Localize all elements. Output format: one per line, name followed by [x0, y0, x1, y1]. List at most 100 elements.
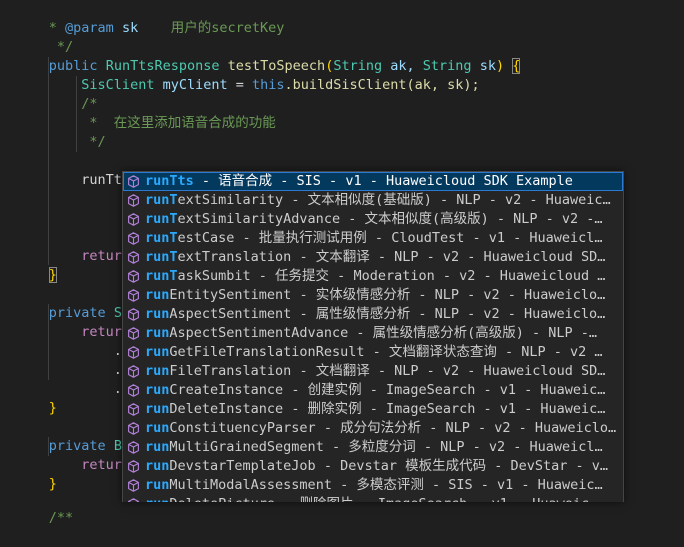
- suggestion-item[interactable]: runAspectSentimentAdvance - 属性级情感分析(高级版)…: [123, 324, 623, 343]
- suggestion-match: run: [145, 439, 170, 455]
- suggestion-detail: - 多粒度分词 - NLP - v2 - Huaweicl…: [323, 439, 603, 455]
- method-cube-icon: [127, 175, 140, 188]
- suggestion-name-rest: EntitySentiment: [169, 287, 292, 303]
- suggestion-match: runTts: [145, 173, 194, 189]
- suggestion-match: runT: [145, 268, 178, 284]
- client-var: myClient: [162, 77, 228, 93]
- suggestion-label: runTextTranslation - 文本翻译 - NLP - v2 - H…: [145, 248, 619, 267]
- comment-body: * 在这里添加语音合成的功能: [89, 115, 276, 131]
- suggestion-item[interactable]: runMultiGrainedSegment - 多粒度分词 - NLP - v…: [123, 438, 623, 457]
- method-cube-icon: [127, 232, 140, 245]
- suggestion-name-rest: AspectSentimentAdvance: [169, 325, 349, 341]
- suggestion-item[interactable]: runDevstarTemplateJob - Devstar 模板生成代码 -…: [123, 457, 623, 476]
- code-line: }: [0, 380, 57, 416]
- method-cube-icon: [127, 384, 140, 397]
- suggestion-match: run: [145, 363, 170, 379]
- code-line: * 在这里添加语音合成的功能: [0, 95, 275, 131]
- method-cube-icon: [127, 498, 140, 502]
- method-cube-icon: [127, 213, 140, 226]
- suggestion-name-rest: askSumbit: [177, 268, 251, 284]
- suggestion-item[interactable]: runTextTranslation - 文本翻译 - NLP - v2 - H…: [123, 248, 623, 267]
- suggestion-detail: - 语音合成 - SIS - v1 - Huaweicloud SDK Exam…: [193, 173, 573, 189]
- suggestion-item[interactable]: runEntitySentiment - 实体级情感分析 - NLP - v2 …: [123, 286, 623, 305]
- suggestion-label: runTextSimilarity - 文本相似度(基础版) - NLP - v…: [145, 191, 619, 210]
- suggestion-label: runTextSimilarityAdvance - 文本相似度(高级版) - …: [145, 210, 619, 229]
- suggestion-item[interactable]: runAspectSentiment - 属性级情感分析 - NLP - v2 …: [123, 305, 623, 324]
- suggestion-item[interactable]: runDeleteInstance - 删除实例 - ImageSearch -…: [123, 400, 623, 419]
- close-brace: }: [48, 267, 57, 283]
- code-line: }: [0, 456, 57, 492]
- suggestion-item[interactable]: runMultiModalAssessment - 多模态评测 - SIS - …: [123, 476, 623, 495]
- suggestion-item[interactable]: runTextSimilarityAdvance - 文本相似度(高级版) - …: [123, 210, 623, 229]
- suggestion-match: run: [145, 344, 170, 360]
- method-cube-icon: [127, 194, 140, 207]
- suggestion-label: runAspectSentimentAdvance - 属性级情感分析(高级版)…: [145, 324, 619, 343]
- suggestion-label: runGetFileTranslationResult - 文档翻译状态查询 -…: [145, 343, 619, 362]
- suggestion-name-rest: CreateInstance: [169, 382, 284, 398]
- build-call: .buildSisClient(ak, sk);: [284, 77, 480, 93]
- suggestion-match: runT: [145, 230, 178, 246]
- suggestion-detail: - 多模态评测 - SIS - v1 - Huaweic…: [331, 477, 603, 493]
- code-line-cursor[interactable]: runTts: [0, 152, 130, 188]
- method-cube-icon: [127, 365, 140, 378]
- code-line: .b: [0, 361, 130, 397]
- suggestion-name-rest: ConstituencyParser: [169, 420, 316, 436]
- suggestion-widget[interactable]: runTts - 语音合成 - SIS - v1 - Huaweicloud S…: [122, 171, 624, 502]
- suggestion-label: runMultiModalAssessment - 多模态评测 - SIS - …: [145, 476, 619, 495]
- suggestion-name-rest: MultiModalAssessment: [169, 477, 332, 493]
- suggestion-match: runT: [145, 249, 178, 265]
- suggestion-name-rest: AspectSentiment: [169, 306, 292, 322]
- suggestion-item[interactable]: runTaskSumbit - 任务提交 - Moderation - v2 -…: [123, 267, 623, 286]
- suggestion-match: run: [145, 287, 170, 303]
- code-line: */: [0, 114, 105, 150]
- suggestion-name-rest: DeleteInstance: [169, 401, 284, 417]
- suggestion-label: runConstituencyParser - 成分句法分析 - NLP - v…: [145, 419, 619, 438]
- code-line: SisClient myClient = this.buildSisClient…: [81, 77, 480, 93]
- suggestion-detail: - 实体级情感分析 - NLP - v2 - Huaweiclo…: [291, 287, 606, 303]
- suggestion-item[interactable]: runTextSimilarity - 文本相似度(基础版) - NLP - v…: [123, 191, 623, 210]
- suggestion-label: runTts - 语音合成 - SIS - v1 - Huaweicloud S…: [145, 172, 619, 191]
- suggestion-name-rest: DeletePicture: [169, 496, 275, 502]
- comment-close: */: [89, 134, 106, 150]
- comment-open: /**: [48, 510, 74, 526]
- suggestion-match: run: [145, 496, 169, 502]
- method-cube-icon: [127, 270, 140, 283]
- suggestion-match: runT: [145, 192, 178, 208]
- method-cube-icon: [127, 403, 140, 416]
- code-line: private Si: [0, 285, 130, 321]
- suggestion-name-rest: DevstarTemplateJob: [169, 458, 316, 474]
- suggestion-detail: - 批量执行测试用例 - CloudTest - v1 - Huaweicl…: [234, 230, 603, 246]
- suggestion-label: runFileTranslation - 文档翻译 - NLP - v2 - H…: [145, 362, 619, 381]
- suggestion-detail: - 文本翻译 - NLP - v2 - Huaweicloud SD…: [291, 249, 606, 265]
- suggestion-detail: - 成分句法分析 - NLP - v2 - Huaweiclo…: [315, 420, 617, 436]
- suggestion-detail: - Devstar 模板生成代码 - DevStar - v…: [315, 458, 609, 474]
- suggestion-item[interactable]: runCreateInstance - 创建实例 - ImageSearch -…: [123, 381, 623, 400]
- code-line: return: [0, 437, 130, 473]
- method-cube-icon: [127, 289, 140, 302]
- suggestion-detail: - 文档翻译状态查询 - NLP - v2 …: [364, 344, 603, 360]
- suggestion-item[interactable]: runFileTranslation - 文档翻译 - NLP - v2 - H…: [123, 362, 623, 381]
- suggestion-item[interactable]: runConstituencyParser - 成分句法分析 - NLP - v…: [123, 419, 623, 438]
- method-cube-icon: [127, 460, 140, 473]
- param-name: sk: [479, 58, 496, 74]
- suggestion-name-rest: FileTranslation: [169, 363, 292, 379]
- suggestion-name-rest: MultiGrainedSegment: [169, 439, 324, 455]
- suggestion-match: run: [145, 401, 170, 417]
- method-signature: public RunTtsResponse testToSpeech(Strin…: [48, 58, 521, 74]
- suggestion-match: run: [145, 306, 170, 322]
- suggestion-label: runMultiGrainedSegment - 多粒度分词 - NLP - v…: [145, 438, 619, 457]
- suggestion-match: run: [145, 325, 170, 341]
- suggestion-match: run: [145, 420, 170, 436]
- method-cube-icon: [127, 422, 140, 435]
- suggestion-label: runEntitySentiment - 实体级情感分析 - NLP - v2 …: [145, 286, 619, 305]
- suggestion-item[interactable]: runTts - 语音合成 - SIS - v1 - Huaweicloud S…: [123, 172, 623, 191]
- suggestion-label: runDevstarTemplateJob - Devstar 模板生成代码 -…: [145, 457, 619, 476]
- code-line: return: [0, 304, 130, 340]
- suggestion-label: runDeleteInstance - 删除实例 - ImageSearch -…: [145, 400, 619, 419]
- suggestion-match: run: [145, 458, 170, 474]
- code-line: private Ba: [0, 418, 130, 454]
- code-line: }: [0, 247, 57, 283]
- suggestion-item[interactable]: runTestCase - 批量执行测试用例 - CloudTest - v1 …: [123, 229, 623, 248]
- suggestion-item[interactable]: runGetFileTranslationResult - 文档翻译状态查询 -…: [123, 343, 623, 362]
- javadoc-desc: 用户的secretKey: [170, 20, 285, 36]
